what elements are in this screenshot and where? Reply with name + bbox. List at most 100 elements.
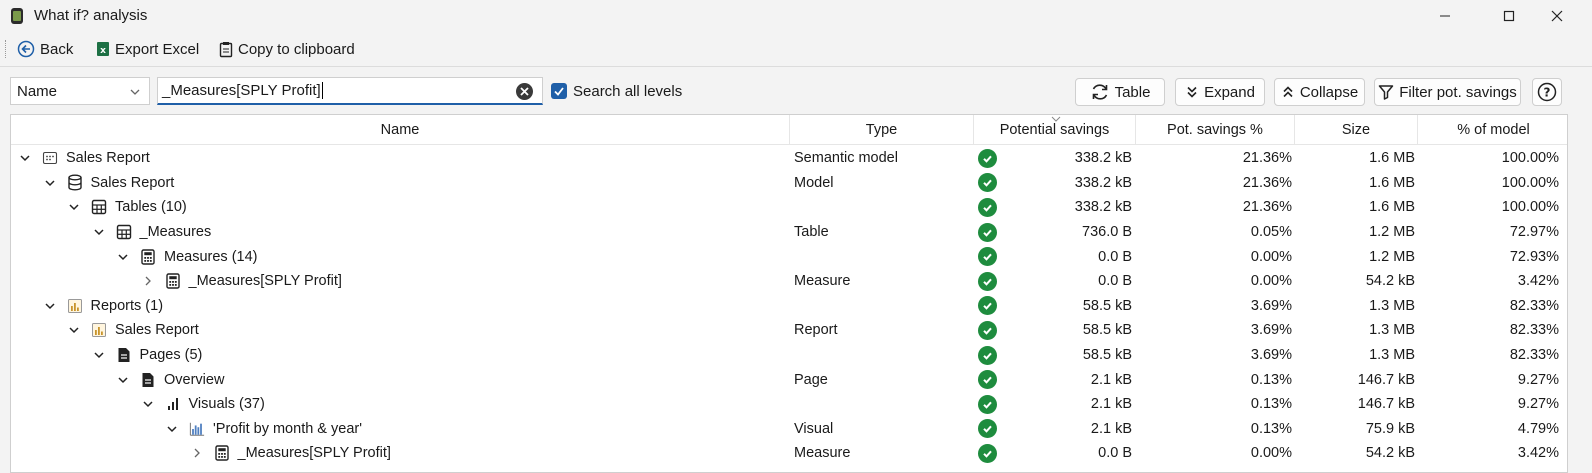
expand-button[interactable]: Expand [1175, 78, 1265, 106]
type-cell: Report [794, 322, 838, 339]
maximize-button[interactable] [1486, 0, 1532, 32]
type-cell: Measure [794, 273, 851, 290]
table-row[interactable]: Sales Report Report 58.5 kB 3.69% 1.3 MB 82.3… [11, 318, 1567, 343]
clipboard-icon [219, 41, 233, 57]
check-circle-icon [978, 419, 997, 439]
check-circle-icon [978, 345, 997, 365]
minimize-button[interactable] [1422, 0, 1468, 32]
search-all-levels-checkbox[interactable] [551, 83, 567, 99]
collapse-chevron-icon[interactable] [116, 373, 130, 387]
pot-savings-pct-cell: 3.69% [1250, 297, 1292, 314]
close-button[interactable] [1534, 0, 1580, 32]
pct-of-model-cell: 72.97% [1509, 224, 1559, 241]
type-cell: Page [794, 371, 828, 388]
row-name: Sales Report [90, 174, 175, 191]
collapse-chevron-icon[interactable] [116, 250, 130, 264]
table-row[interactable]: Tables (10) 338.2 kB 21.36% 1.6 MB 100.00% [11, 195, 1567, 220]
column-header-size[interactable]: Size [1295, 115, 1418, 145]
maximize-icon [1503, 10, 1515, 22]
collapse-chevron-icon[interactable] [92, 348, 106, 362]
table-row[interactable]: Reports (1) 58.5 kB 3.69% 1.3 MB 82.33% [11, 294, 1567, 319]
table-row[interactable]: Sales Report Model 338.2 kB 21.36% 1.6 MB 100… [11, 171, 1567, 196]
status-cell [978, 146, 1002, 171]
name-cell: 'Profit by month & year' [11, 417, 790, 442]
pot-savings-pct-cell: 0.13% [1250, 396, 1292, 413]
size-cell: 1.3 MB [1369, 347, 1415, 364]
status-cell [978, 294, 1002, 319]
row-name: Overview [164, 371, 225, 388]
name-cell: _Measures [11, 220, 790, 245]
expand-chevron-icon[interactable] [190, 446, 204, 460]
pct-of-model-cell: 72.93% [1509, 248, 1559, 265]
collapse-button[interactable]: Collapse [1274, 78, 1365, 106]
pot-savings-pct-cell: 21.36% [1242, 174, 1292, 191]
column-select-value: Name [17, 82, 58, 100]
copy-to-clipboard-button[interactable]: Copy to clipboard [219, 38, 355, 60]
search-all-levels-label: Search all levels [573, 83, 683, 100]
expand-chevron-icon[interactable] [141, 274, 155, 288]
collapse-button-label: Collapse [1299, 83, 1359, 101]
table-grid-icon [116, 224, 132, 240]
expand-chevrons-icon [1187, 86, 1197, 98]
collapse-chevron-icon[interactable] [67, 323, 81, 337]
column-header-pct-of-model[interactable]: % of model [1418, 115, 1567, 145]
pct-of-model-cell: 9.27% [1517, 396, 1559, 413]
check-circle-icon [978, 443, 997, 463]
pot-savings-pct-cell: 0.00% [1250, 248, 1292, 265]
search-input[interactable]: _Measures[SPLY Profit] [157, 77, 543, 105]
column-header-name[interactable]: Name [11, 115, 790, 145]
row-name: Sales Report [115, 322, 199, 339]
table-row[interactable]: _Measures Table 736.0 B 0.05% 1.2 MB 72.97% [11, 220, 1567, 245]
collapse-chevron-icon[interactable] [18, 151, 32, 165]
table-row[interactable]: 'Profit by month & year' Visual 2.1 kB 0.13… [11, 417, 1567, 442]
table-row[interactable]: Overview Page 2.1 kB 0.13% 146.7 kB 9.27% [11, 367, 1567, 392]
pct-of-model-cell: 3.42% [1517, 445, 1559, 462]
status-cell [978, 392, 1002, 417]
type-cell [794, 244, 974, 269]
collapse-chevron-icon[interactable] [165, 422, 179, 436]
export-excel-button[interactable]: x Export Excel [96, 38, 199, 60]
check-circle-icon [978, 271, 997, 291]
column-header-pot-savings-pct[interactable]: Pot. savings % [1136, 115, 1295, 145]
status-cell [978, 441, 1002, 466]
table-row[interactable]: Sales Report Semantic model 338.2 kB 21.36%… [11, 146, 1567, 171]
analysis-tree-grid[interactable]: Name Type Potential savings Pot. savings… [10, 114, 1568, 473]
collapse-chevron-icon[interactable] [67, 200, 81, 214]
potential-savings-cell: 338.2 kB [1074, 199, 1132, 216]
title-bar: What if? analysis [0, 0, 1592, 32]
type-cell: Table [794, 224, 829, 241]
status-cell [978, 318, 1002, 343]
size-cell: 146.7 kB [1357, 371, 1415, 388]
collapse-chevron-icon[interactable] [92, 225, 106, 239]
calculator-icon [214, 445, 230, 462]
help-button[interactable]: ? [1532, 78, 1562, 106]
check-circle-icon [978, 197, 997, 217]
name-cell: Pages (5) [11, 343, 790, 368]
table-row[interactable]: _Measures[SPLY Profit] Measure 0.0 B 0.00% 5… [11, 269, 1567, 294]
table-row[interactable]: Measures (14) 0.0 B 0.00% 1.2 MB 72.93% [11, 244, 1567, 269]
table-grid-icon [91, 199, 107, 215]
pct-of-model-cell: 9.27% [1517, 371, 1559, 388]
back-button[interactable]: Back [17, 38, 73, 60]
clear-search-icon[interactable] [515, 82, 534, 101]
help-question-icon: ? [1537, 82, 1557, 102]
type-cell: Semantic model [794, 150, 898, 167]
table-row[interactable]: Pages (5) 58.5 kB 3.69% 1.3 MB 82.33% [11, 343, 1567, 368]
toolbar-divider [0, 66, 1592, 67]
name-cell: Sales Report [11, 318, 790, 343]
column-select[interactable]: Name [10, 77, 150, 105]
table-row[interactable]: Visuals (37) 2.1 kB 0.13% 146.7 kB 9.27% [11, 392, 1567, 417]
chevron-down-icon [130, 89, 140, 95]
name-cell: _Measures[SPLY Profit] [11, 269, 790, 294]
potential-savings-cell: 0.0 B [1098, 445, 1132, 462]
size-cell: 1.3 MB [1369, 322, 1415, 339]
table-button[interactable]: Table [1075, 78, 1165, 106]
check-circle-icon [978, 394, 997, 414]
column-header-type[interactable]: Type [790, 115, 974, 145]
collapse-chevron-icon[interactable] [141, 397, 155, 411]
name-cell: Sales Report [11, 171, 790, 196]
collapse-chevron-icon[interactable] [43, 299, 57, 313]
table-row[interactable]: _Measures[SPLY Profit] Measure 0.0 B 0.00% 5… [11, 441, 1567, 466]
filter-pot-savings-button[interactable]: Filter pot. savings [1374, 78, 1521, 106]
collapse-chevron-icon[interactable] [43, 176, 57, 190]
